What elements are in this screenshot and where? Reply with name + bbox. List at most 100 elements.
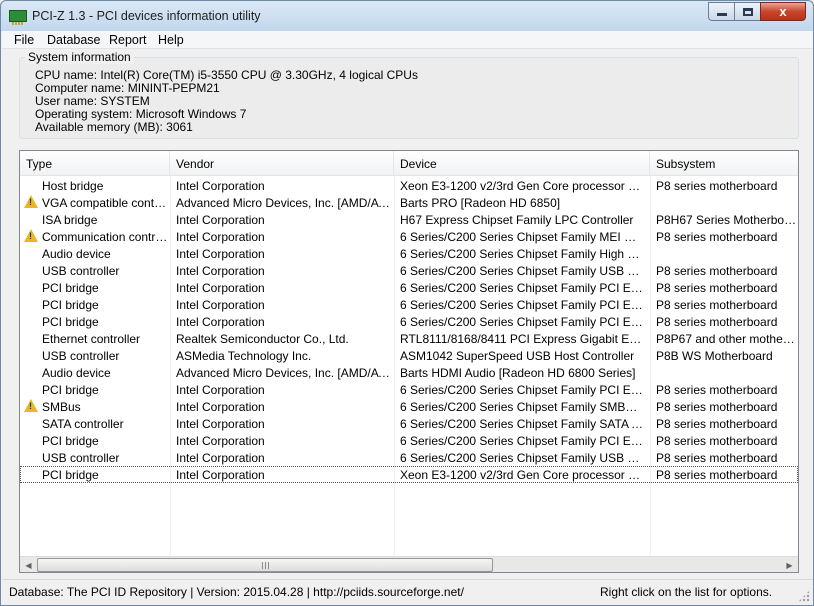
cell-type: PCI bridge [42,298,99,312]
horizontal-scrollbar[interactable]: ◀ ▶ [20,556,798,572]
resize-grip-icon[interactable] [798,590,810,602]
maximize-button[interactable] [734,2,761,21]
table-row[interactable]: Audio device Advanced Micro Devices, Inc.… [20,364,798,381]
cell-subsystem: P8 series motherboard [656,400,778,414]
table-row[interactable]: ISA bridge Intel Corporation H67 Express C… [20,211,798,228]
table-row[interactable]: PCI bridge Intel Corporation 6 Series/C200… [20,313,798,330]
cell-vendor: Intel Corporation [176,434,265,448]
warning-icon [24,229,38,242]
cell-type: USB controller [42,264,120,278]
cell-device: 6 Series/C200 Series Chipset Family PCI … [400,434,644,448]
available-memory: Available memory (MB): 3061 [35,120,193,134]
table-row[interactable]: PCI bridge Intel Corporation 6 Series/C200… [20,296,798,313]
cell-subsystem [656,196,798,211]
system-info-title: System information [25,50,134,64]
window-controls: x [708,2,806,21]
cell-device: RTL8111/8168/8411 PCI Express Gigabit Et… [400,332,644,346]
column-vendor[interactable]: Vendor [170,151,394,176]
list-header: Type Vendor Device Subsystem [20,151,798,176]
cell-vendor: Intel Corporation [176,383,265,397]
cell-device: 6 Series/C200 Series Chipset Family PCI … [400,315,644,329]
app-window: PCI-Z 1.3 - PCI devices information util… [0,0,814,606]
menu-file[interactable]: File [14,33,34,47]
cell-vendor: Intel Corporation [176,247,265,261]
cell-vendor: ASMedia Technology Inc. [176,349,312,363]
table-row[interactable]: USB controller ASMedia Technology Inc. ASM… [20,347,798,364]
table-row[interactable]: VGA compatible controller Advanced Micro … [20,194,798,211]
cell-device: Barts PRO [Radeon HD 6850] [400,196,561,210]
cell-device: 6 Series/C200 Series Chipset Family USB … [400,264,644,278]
cell-subsystem: P8B WS Motherboard [656,349,773,363]
cell-vendor: Intel Corporation [176,298,265,312]
cell-device: ASM1042 SuperSpeed USB Host Controller [400,349,635,363]
cell-vendor: Intel Corporation [176,468,265,482]
cell-subsystem [656,366,798,381]
cell-vendor: Intel Corporation [176,213,265,227]
cell-subsystem: P8 series motherboard [656,417,778,431]
menu-report[interactable]: Report [109,33,147,47]
cell-type: USB controller [42,349,120,363]
close-icon: x [779,4,787,19]
scroll-right-button[interactable]: ▶ [781,557,798,572]
status-database-info: Database: The PCI ID Repository | Versio… [9,585,464,599]
table-row[interactable]: SATA controller Intel Corporation 6 Series… [20,415,798,432]
column-type[interactable]: Type [20,151,170,176]
minimize-button[interactable] [708,2,735,21]
table-row[interactable]: USB controller Intel Corporation 6 Series/… [20,449,798,466]
cell-type: Audio device [42,366,111,380]
table-row[interactable]: PCI bridge Intel Corporation 6 Series/C200… [20,279,798,296]
cell-type: Host bridge [42,179,104,193]
menu-database[interactable]: Database [47,33,101,47]
cell-vendor: Intel Corporation [176,281,265,295]
title-bar[interactable]: PCI-Z 1.3 - PCI devices information util… [1,1,813,31]
cell-vendor: Intel Corporation [176,400,265,414]
menu-help[interactable]: Help [158,33,184,47]
table-row[interactable]: PCI bridge Intel Corporation 6 Series/C200… [20,381,798,398]
status-hint: Right click on the list for options. [600,585,773,599]
cpu-name: CPU name: Intel(R) Core(TM) i5-3550 CPU … [35,68,418,82]
scroll-left-button[interactable]: ◀ [20,557,37,572]
cell-subsystem: P8 series motherboard [656,451,778,465]
cell-vendor: Advanced Micro Devices, Inc. [AMD/ATI] [176,196,390,210]
scroll-thumb[interactable] [37,558,493,572]
cell-subsystem: P8 series motherboard [656,434,778,448]
cell-subsystem: P8 series motherboard [656,179,778,193]
cell-subsystem: P8 series motherboard [656,383,778,397]
cell-vendor: Intel Corporation [176,230,265,244]
table-row[interactable]: Ethernet controller Realtek Semiconductor… [20,330,798,347]
grip-icon [262,562,270,569]
cell-subsystem: P8 series motherboard [656,264,778,278]
table-row[interactable]: Communication controller Intel Corporatio… [20,228,798,245]
column-subsystem[interactable]: Subsystem [650,151,798,176]
cell-type: PCI bridge [42,281,99,295]
cell-device: 6 Series/C200 Series Chipset Family PCI … [400,298,644,312]
table-row[interactable]: PCI bridge Intel Corporation 6 Series/C200… [20,432,798,449]
cell-type: ISA bridge [42,213,98,227]
computer-name: Computer name: MININT-PEPM21 [35,81,220,95]
cell-type: USB controller [42,451,120,465]
cell-device: 6 Series/C200 Series Chipset Family PCI … [400,281,644,295]
table-row[interactable]: Audio device Intel Corporation 6 Series/C2… [20,245,798,262]
table-row[interactable]: USB controller Intel Corporation 6 Series/… [20,262,798,279]
cell-device: Barts HDMI Audio [Radeon HD 6800 Series] [400,366,636,380]
cell-device: 6 Series/C200 Series Chipset Family MEI … [400,230,644,244]
cell-vendor: Intel Corporation [176,264,265,278]
warning-icon [24,195,38,208]
table-row[interactable]: Host bridge Intel Corporation Xeon E3-1200… [20,177,798,194]
cell-type: Ethernet controller [42,332,141,346]
device-list[interactable]: Type Vendor Device Subsystem Host bridge… [19,150,799,573]
cell-type: SATA controller [42,417,124,431]
column-device[interactable]: Device [394,151,650,176]
cell-subsystem: P8 series motherboard [656,281,778,295]
cell-device: Xeon E3-1200 v2/3rd Gen Core processor P… [400,468,644,482]
cell-vendor: Realtek Semiconductor Co., Ltd. [176,332,349,346]
cell-subsystem: P8P67 and other motherboards [656,332,798,346]
table-row[interactable]: PCI bridge Intel Corporation Xeon E3-1200 … [20,466,798,483]
cell-subsystem: P8 series motherboard [656,298,778,312]
close-button[interactable]: x [760,2,806,21]
cell-device: H67 Express Chipset Family LPC Controlle… [400,213,634,227]
cell-type: VGA compatible controller [42,196,168,210]
table-row[interactable]: SMBus Intel Corporation 6 Series/C200 Seri… [20,398,798,415]
cell-subsystem [656,247,798,262]
minimize-icon [716,13,727,16]
